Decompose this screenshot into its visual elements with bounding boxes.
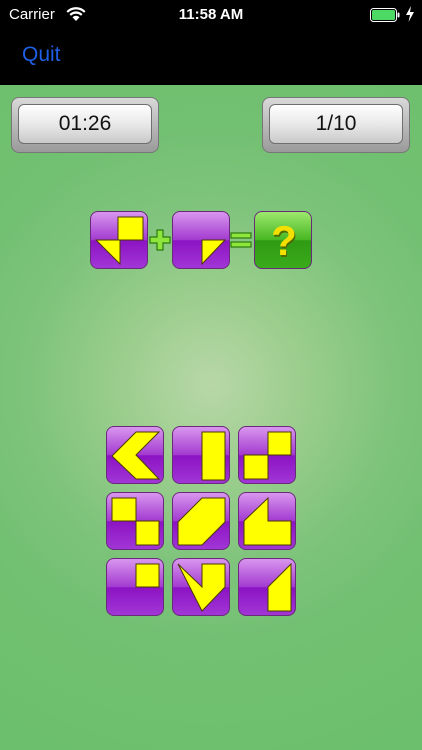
game-board: 01:26 1/10 ? [0, 85, 422, 750]
pattern-wedge-icon [267, 562, 292, 612]
choice-tile-2[interactable] [172, 426, 230, 484]
status-bar: Carrier 11:58 AM [0, 0, 422, 30]
pattern-triangle-icon [201, 239, 227, 266]
choice-tile-1[interactable] [106, 426, 164, 484]
quit-button[interactable]: Quit [22, 43, 61, 67]
level-display: 1/10 [269, 104, 403, 144]
pattern-checker-icon [243, 431, 292, 480]
pattern-l-triangle-icon [243, 496, 292, 546]
equation-tile-1 [90, 211, 148, 269]
charging-bolt-icon [406, 6, 414, 22]
timer-display: 01:26 [18, 104, 152, 144]
pattern-checker-alt-icon [111, 497, 160, 546]
choice-tile-7[interactable] [106, 558, 164, 616]
level-panel: 1/10 [262, 97, 410, 153]
pattern-corner-square-icon [135, 563, 160, 588]
nav-bar: Quit [0, 30, 422, 85]
pattern-checker-triangle-icon [94, 216, 144, 266]
choice-tile-9[interactable] [238, 558, 296, 616]
pattern-arrow-down-icon [177, 563, 226, 612]
question-mark-icon: ? [271, 217, 297, 264]
pattern-diagonal-icon [177, 497, 226, 546]
battery-icon [370, 8, 400, 22]
choice-tile-8[interactable] [172, 558, 230, 616]
clock: 11:58 AM [178, 6, 244, 23]
equation-tile-2 [172, 211, 230, 269]
pattern-arrow-left-icon [111, 431, 161, 480]
choice-tile-5[interactable] [172, 492, 230, 550]
plus-icon [149, 229, 171, 251]
choice-tile-6[interactable] [238, 492, 296, 550]
answer-tile: ? [254, 211, 312, 269]
choice-tile-3[interactable] [238, 426, 296, 484]
equals-icon [230, 232, 252, 248]
choice-tile-4[interactable] [106, 492, 164, 550]
pattern-bar-icon [201, 431, 226, 481]
timer-panel: 01:26 [11, 97, 159, 153]
